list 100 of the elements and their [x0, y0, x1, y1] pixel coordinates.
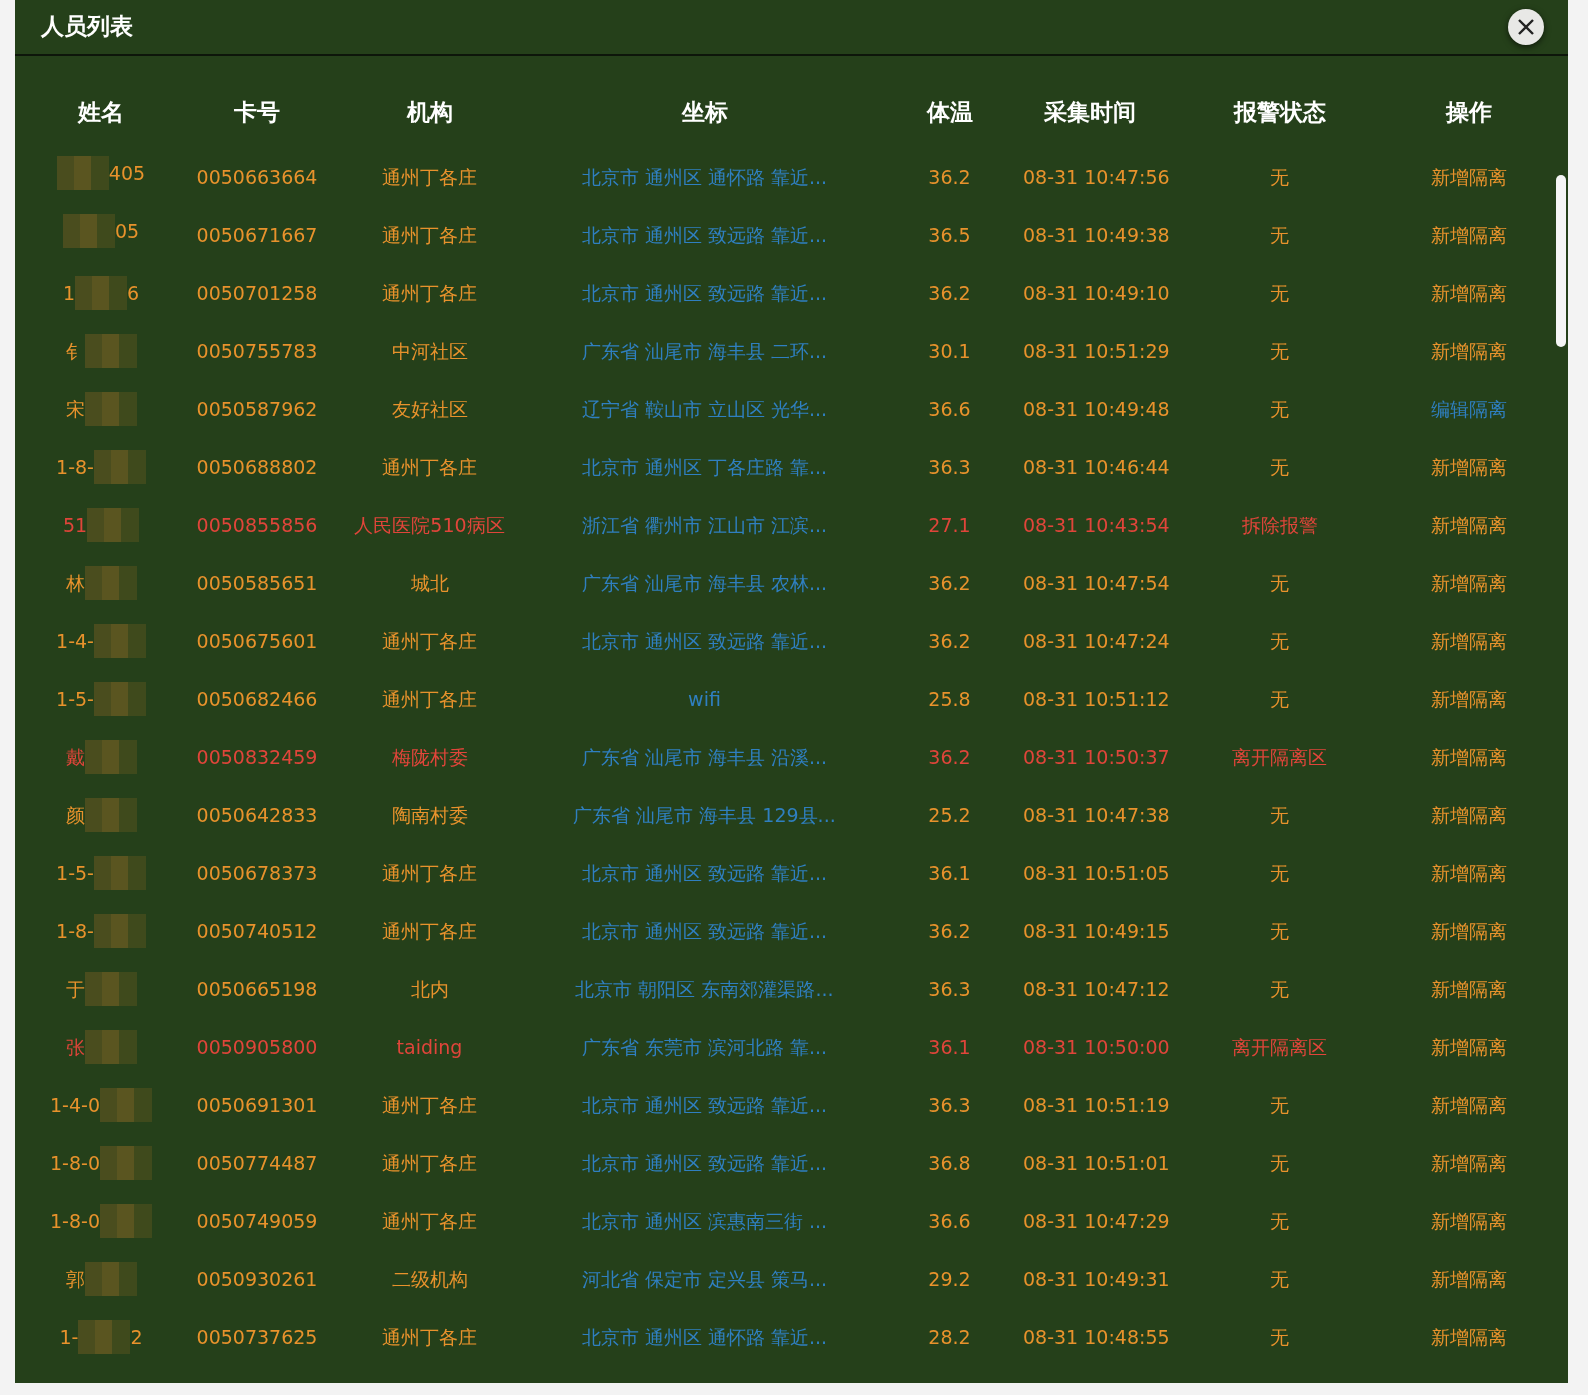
collection-time: 08-31 10:47:24: [1023, 629, 1170, 652]
coordinate-link[interactable]: 辽宁省 鞍山市 立山区 光华...: [581, 397, 828, 420]
alarm-status: 无: [1270, 223, 1289, 246]
column-header: 姓名: [76, 97, 125, 127]
collection-time: 08-31 10:43:54: [1023, 513, 1170, 536]
coordinate-link[interactable]: 北京市 朝阳区 东南郊灌渠路...: [575, 977, 834, 1000]
collection-time: 08-31 10:46:44: [1023, 455, 1170, 478]
isolation-link[interactable]: 新增隔离: [1430, 1035, 1507, 1058]
coordinate-link[interactable]: 北京市 通州区 致远路 靠近...: [581, 629, 828, 652]
coordinate-link[interactable]: 河北省 保定市 定兴县 策马...: [581, 1267, 828, 1290]
isolation-link[interactable]: 新增隔离: [1430, 1267, 1507, 1290]
coordinate-link[interactable]: 浙江省 衢州市 江山市 江滨...: [581, 513, 828, 536]
organization: 中河社区: [391, 339, 468, 362]
alarm-status: 离开隔离区: [1232, 745, 1327, 768]
organization: 通州丁各庄: [382, 1151, 477, 1174]
collection-time: 08-31 10:49:38: [1023, 223, 1170, 246]
mosaic-blur: [87, 508, 140, 542]
coordinate-link[interactable]: 北京市 通州区 致远路 靠近...: [581, 861, 828, 884]
temperature: 25.8: [928, 687, 971, 710]
person-name: 51: [62, 512, 88, 538]
organization: 友好社区: [391, 397, 468, 420]
close-button[interactable]: [1508, 9, 1544, 45]
column-header: 操作: [1444, 97, 1493, 127]
person-name: 1-5-: [56, 686, 94, 712]
mosaic-blur: [84, 740, 137, 774]
temperature: 36.1: [928, 1035, 971, 1058]
person-name: 林: [65, 570, 85, 596]
organization: 陶南村委: [391, 803, 468, 826]
temperature: 36.2: [928, 919, 971, 942]
coordinate-link[interactable]: 广东省 汕尾市 海丰县 沿溪...: [581, 745, 828, 768]
coordinate-link[interactable]: 广东省 汕尾市 海丰县 129县...: [573, 803, 836, 826]
coordinate-link[interactable]: 广东省 汕尾市 海丰县 农林...: [581, 571, 828, 594]
organization: 通州丁各庄: [382, 629, 477, 652]
isolation-link[interactable]: 新增隔离: [1430, 223, 1507, 246]
person-name: 1-4-: [56, 628, 94, 654]
isolation-link[interactable]: 新增隔离: [1430, 745, 1507, 768]
card-number: 0050774487: [196, 1151, 318, 1174]
alarm-status: 无: [1270, 861, 1289, 884]
scrollbar-thumb[interactable]: [1556, 175, 1566, 347]
isolation-link[interactable]: 新增隔离: [1430, 687, 1507, 710]
isolation-link[interactable]: 新增隔离: [1430, 861, 1507, 884]
card-number: 0050671667: [196, 223, 318, 246]
person-name: 1-8-0: [50, 1208, 100, 1234]
alarm-status: 无: [1270, 919, 1289, 942]
coordinate-link[interactable]: 广东省 东莞市 滨河北路 靠...: [581, 1035, 828, 1058]
isolation-link[interactable]: 新增隔离: [1430, 513, 1507, 536]
mosaic-blur: [93, 682, 146, 716]
coordinate-link[interactable]: 北京市 通州区 致远路 靠近...: [581, 223, 828, 246]
coordinate-link[interactable]: 北京市 通州区 致远路 靠近...: [581, 1151, 828, 1174]
isolation-link[interactable]: 新增隔离: [1430, 281, 1507, 304]
coordinate-link[interactable]: 北京市 通州区 致远路 靠近...: [581, 919, 828, 942]
column-header: 卡号: [233, 97, 281, 127]
alarm-status: 无: [1270, 629, 1289, 652]
person-name: 钅: [65, 338, 85, 364]
alarm-status: 无: [1270, 455, 1289, 478]
mosaic-blur: [84, 1030, 137, 1064]
collection-time: 08-31 10:51:01: [1023, 1151, 1170, 1174]
coordinate-link[interactable]: 北京市 通州区 致远路 靠近...: [581, 1093, 828, 1116]
isolation-link[interactable]: 新增隔离: [1430, 1093, 1507, 1116]
person-name: 1-: [59, 1324, 79, 1350]
temperature: 29.2: [928, 1267, 971, 1290]
coordinate-link[interactable]: 北京市 通州区 丁各庄路 靠...: [581, 455, 828, 478]
isolation-link[interactable]: 新增隔离: [1430, 165, 1507, 188]
coordinate-link[interactable]: 北京市 通州区 通怀路 靠近...: [581, 1325, 828, 1348]
alarm-status: 无: [1270, 339, 1289, 362]
temperature: 30.1: [928, 339, 971, 362]
coordinate-link[interactable]: wifi: [688, 687, 721, 710]
mosaic-blur: [84, 334, 137, 368]
isolation-link[interactable]: 新增隔离: [1430, 1209, 1507, 1232]
organization: 北内: [410, 977, 449, 1000]
coordinate-link[interactable]: 北京市 通州区 致远路 靠近...: [581, 281, 828, 304]
isolation-link[interactable]: 新增隔离: [1430, 1151, 1507, 1174]
card-number: 0050737625: [196, 1325, 318, 1348]
isolation-link[interactable]: 新增隔离: [1430, 977, 1507, 1000]
coordinate-link[interactable]: 北京市 通州区 通怀路 靠近...: [581, 165, 828, 188]
alarm-status: 无: [1270, 571, 1289, 594]
isolation-link[interactable]: 新增隔离: [1430, 339, 1507, 362]
isolation-link[interactable]: 新增隔离: [1430, 919, 1507, 942]
isolation-link[interactable]: 新增隔离: [1430, 455, 1507, 478]
isolation-link[interactable]: 新增隔离: [1430, 571, 1507, 594]
isolation-link[interactable]: 新增隔离: [1430, 629, 1507, 652]
collection-time: 08-31 10:49:10: [1023, 281, 1170, 304]
temperature: 36.1: [928, 861, 971, 884]
collection-time: 08-31 10:50:00: [1023, 1035, 1170, 1058]
coordinate-link[interactable]: 广东省 汕尾市 海丰县 二环...: [581, 339, 828, 362]
coordinate-link[interactable]: 北京市 通州区 滨惠南三街 ...: [581, 1209, 828, 1232]
isolation-link[interactable]: 新增隔离: [1430, 803, 1507, 826]
temperature: 36.5: [928, 223, 971, 246]
isolation-link[interactable]: 新增隔离: [1430, 1325, 1507, 1348]
mosaic-blur: [84, 972, 137, 1006]
mosaic-blur: [93, 856, 146, 890]
card-number: 0050755783: [196, 339, 318, 362]
alarm-status: 拆除报警: [1241, 513, 1318, 536]
column-header: 坐标: [680, 97, 729, 127]
isolation-link[interactable]: 编辑隔离: [1430, 397, 1507, 420]
alarm-status: 无: [1270, 1209, 1289, 1232]
card-number: 0050675601: [196, 629, 318, 652]
mosaic-blur: [75, 276, 127, 310]
alarm-status: 无: [1270, 1325, 1289, 1348]
organization: 通州丁各庄: [382, 281, 477, 304]
